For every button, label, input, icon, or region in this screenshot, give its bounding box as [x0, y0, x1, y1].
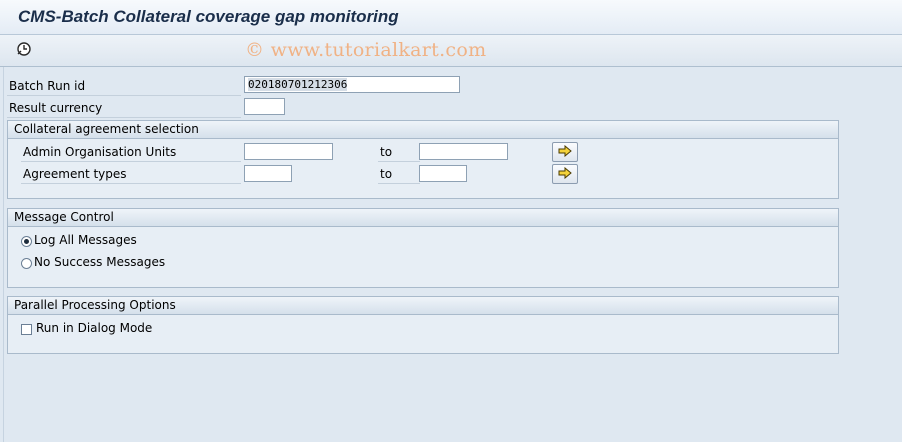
admin-org-units-to-row: to — [378, 143, 420, 162]
agreement-types-to-field[interactable] — [419, 165, 467, 182]
execute-button[interactable] — [14, 40, 34, 60]
log-all-messages-radio[interactable] — [21, 236, 32, 247]
batch-run-id-value: 020180701212306 — [248, 78, 348, 91]
run-in-dialog-mode-label[interactable]: Run in Dialog Mode — [36, 321, 152, 335]
admin-org-units-from-field[interactable] — [244, 143, 333, 160]
result-currency-row: Result currency — [7, 99, 241, 118]
parallel-processing-group: Parallel Processing Options Run in Dialo… — [7, 296, 839, 354]
no-success-messages-radio[interactable] — [21, 258, 32, 269]
message-control-title: Message Control — [8, 209, 838, 227]
agreement-types-multiple-selection-button[interactable] — [552, 164, 578, 184]
application-toolbar: © www.tutorialkart.com — [0, 35, 902, 67]
collateral-selection-group: Collateral agreement selection Admin Org… — [7, 120, 839, 199]
batch-run-id-label: Batch Run id — [9, 79, 86, 93]
admin-org-units-to-label: to — [380, 145, 393, 159]
result-currency-field[interactable] — [244, 98, 285, 115]
agreement-types-label: Agreement types — [23, 167, 127, 181]
agreement-types-to-label: to — [380, 167, 393, 181]
admin-org-units-multiple-selection-button[interactable] — [552, 142, 578, 162]
page-title: CMS-Batch Collateral coverage gap monito… — [18, 7, 399, 26]
no-success-messages-label[interactable]: No Success Messages — [34, 255, 165, 269]
admin-org-units-label: Admin Organisation Units — [23, 145, 177, 159]
agreement-types-from-field[interactable] — [244, 165, 292, 182]
admin-org-units-row: Admin Organisation Units — [21, 143, 241, 162]
arrow-right-icon — [558, 144, 572, 160]
collateral-selection-title: Collateral agreement selection — [8, 121, 838, 139]
result-currency-label: Result currency — [9, 101, 103, 115]
agreement-types-to-row: to — [378, 165, 420, 184]
agreement-types-row: Agreement types — [21, 165, 241, 184]
admin-org-units-to-field[interactable] — [419, 143, 508, 160]
run-in-dialog-mode-checkbox[interactable] — [21, 324, 32, 335]
title-bar: CMS-Batch Collateral coverage gap monito… — [0, 0, 902, 35]
batch-run-id-field[interactable]: 020180701212306 — [244, 76, 460, 93]
log-all-messages-label[interactable]: Log All Messages — [34, 233, 137, 247]
watermark-text: © www.tutorialkart.com — [245, 39, 487, 61]
selection-screen: Batch Run id 020180701212306 Result curr… — [3, 67, 902, 442]
message-control-group: Message Control Log All Messages No Succ… — [7, 208, 839, 288]
batch-run-id-row: Batch Run id — [7, 77, 241, 96]
parallel-processing-title: Parallel Processing Options — [8, 297, 838, 315]
execute-clock-icon — [16, 41, 32, 60]
arrow-right-icon — [558, 166, 572, 182]
